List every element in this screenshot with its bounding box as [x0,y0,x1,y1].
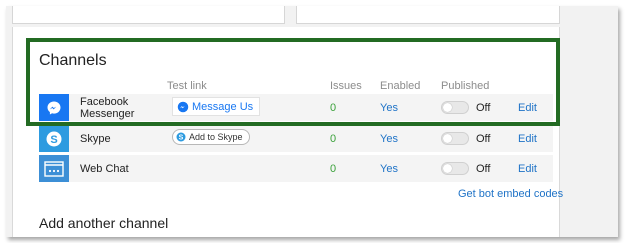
screenshot-frame: Channels Test link Issues Enabled Publis… [6,6,618,237]
get-embed-codes-link[interactable]: Get bot embed codes [458,188,563,200]
published-toggle[interactable] [441,132,469,145]
published-label: Off [476,163,491,175]
skype-icon: S [176,132,186,142]
enabled-link[interactable]: Yes [380,133,398,145]
channel-row-web-chat: Web Chat 0 Yes Off Edit [39,155,553,182]
add-to-skype-label: Add to Skype [189,132,243,142]
channel-name: Web Chat [80,163,129,175]
enabled-link[interactable]: Yes [380,163,398,175]
svg-text:S: S [179,135,184,142]
skype-icon[interactable]: S [39,125,69,152]
edit-link[interactable]: Edit [518,163,537,175]
published-label: Off [476,133,491,145]
issues-count: 0 [330,133,337,145]
channel-row-skype: S Skype S Add to Skype 0 Yes Off Edit [39,125,553,152]
published-toggle[interactable] [441,162,469,175]
svg-text:S: S [50,134,57,146]
highlight-box [26,38,560,126]
top-left-card [12,6,285,24]
channel-name: Skype [80,133,111,145]
webchat-icon[interactable] [39,155,69,182]
add-to-skype-button[interactable]: S Add to Skype [172,129,250,145]
top-right-card [296,6,560,24]
add-channel-heading: Add another channel [39,215,169,231]
issues-count: 0 [330,163,337,175]
edit-link[interactable]: Edit [518,133,537,145]
